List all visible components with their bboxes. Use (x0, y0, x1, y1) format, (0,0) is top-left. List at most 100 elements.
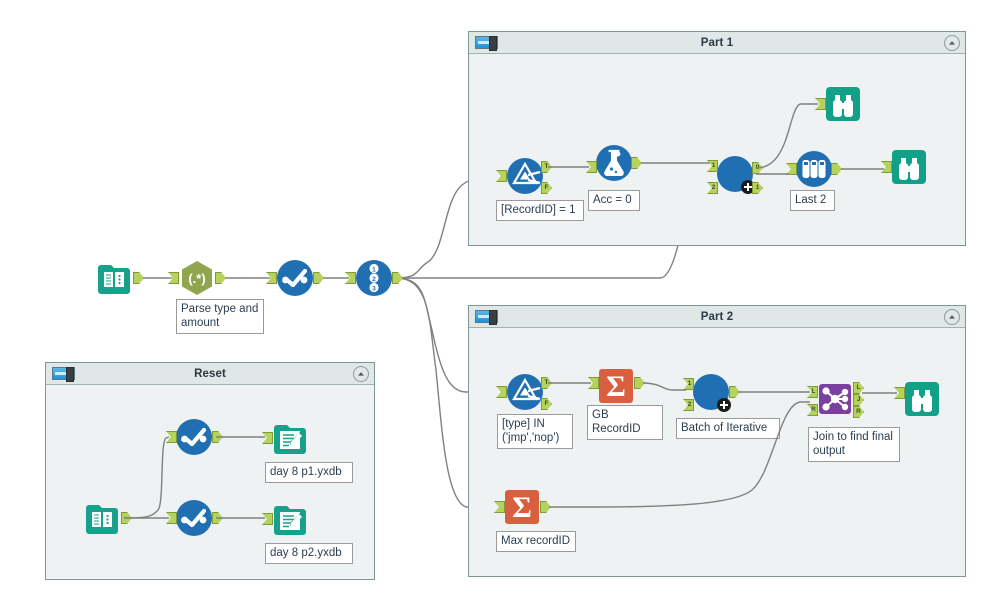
anchor-input[interactable] (496, 170, 507, 182)
anchor-output[interactable] (729, 386, 740, 398)
node-regex-parse[interactable]: (.*) (178, 259, 216, 297)
workflow-canvas[interactable]: Part 1 Part 2 Reset (.*) 1 2 3 T F 1 2 0… (0, 0, 998, 603)
anchor-output[interactable] (540, 501, 551, 513)
anchor-output-0[interactable]: 0 (752, 162, 763, 174)
chevron-up-icon[interactable] (944, 35, 960, 51)
node-sample-part1[interactable] (795, 150, 833, 188)
node-output-data-2[interactable] (271, 500, 309, 538)
join-icon (816, 380, 854, 418)
anchor-output-join[interactable]: J (853, 394, 864, 406)
container-title: Reset (194, 367, 226, 380)
node-select-reset-2[interactable] (175, 499, 213, 537)
annotation-gb-recordid[interactable]: GB RecordID (587, 405, 663, 440)
select-icon (175, 499, 213, 537)
node-browse-part2[interactable] (903, 380, 941, 418)
node-formula-part1[interactable] (595, 144, 633, 182)
chevron-up-icon[interactable] (944, 309, 960, 325)
anchor-input-right[interactable]: R (807, 404, 818, 416)
container-header-part2: Part 2 (469, 306, 965, 328)
anchor-input-2[interactable]: 2 (707, 182, 718, 194)
container-header-part1: Part 1 (469, 32, 965, 54)
summarize-sigma-icon: Σ (503, 488, 541, 526)
svg-text:1: 1 (372, 266, 376, 273)
anchor-input[interactable] (586, 161, 597, 173)
anchor-input-1[interactable]: 1 (683, 378, 694, 390)
annotation-day8-p1-yxdb[interactable]: day 8 p1.yxdb (265, 462, 353, 483)
anchor-input[interactable] (588, 377, 599, 389)
select-icon (276, 259, 314, 297)
anchor-output[interactable] (133, 272, 144, 284)
anchor-output-true[interactable]: T (541, 377, 552, 389)
anchor-input[interactable] (786, 163, 797, 175)
macro-plus-badge-icon (717, 398, 731, 412)
annotation-batch-of-iterative[interactable]: Batch of Iterative (676, 418, 780, 439)
node-join-part2[interactable] (816, 380, 854, 418)
node-summarize-max-recordid[interactable]: Σ (503, 488, 541, 526)
anchor-input[interactable] (266, 272, 277, 284)
anchor-input[interactable] (494, 501, 505, 513)
anchor-output-right[interactable]: R (853, 406, 864, 418)
input-data-icon (83, 499, 121, 537)
annotation-recordid-equals-1[interactable]: [RecordID] = 1 (496, 200, 584, 221)
node-record-id[interactable]: 1 2 3 (355, 259, 393, 297)
node-iterative-macro-part1[interactable] (716, 155, 755, 194)
node-browse-part1-upper[interactable] (824, 85, 862, 123)
anchor-output-1[interactable]: 1 (752, 182, 763, 194)
anchor-output[interactable] (313, 272, 324, 284)
annotation-last-2[interactable]: Last 2 (790, 190, 835, 211)
node-filter-part1[interactable] (506, 157, 544, 195)
toggle-switch-icon[interactable] (475, 36, 498, 51)
summarize-sigma-icon: Σ (597, 367, 635, 405)
anchor-output[interactable] (215, 272, 226, 284)
anchor-output[interactable] (212, 512, 223, 524)
anchor-output-true[interactable]: T (541, 161, 552, 173)
toggle-switch-icon[interactable] (52, 367, 75, 382)
node-browse-part1-lower[interactable] (890, 148, 928, 186)
anchor-input[interactable] (262, 432, 273, 444)
anchor-output-false[interactable]: F (541, 182, 552, 194)
anchor-input[interactable] (262, 513, 273, 525)
svg-text:Σ: Σ (606, 370, 626, 403)
container-header-reset: Reset (46, 363, 374, 385)
svg-text:Σ: Σ (512, 491, 532, 524)
anchor-input-left[interactable]: L (807, 386, 818, 398)
anchor-input[interactable] (894, 387, 905, 399)
node-batch-macro-part2[interactable] (692, 373, 731, 412)
anchor-output[interactable] (121, 512, 132, 524)
annotation-join-find-final-output[interactable]: Join to find final output (808, 427, 900, 462)
annotation-type-in-list[interactable]: [type] IN ('jmp','nop') (497, 414, 573, 449)
node-select-main[interactable] (276, 259, 314, 297)
browse-binoculars-icon (903, 380, 941, 418)
chevron-up-icon[interactable] (353, 366, 369, 382)
node-select-reset-1[interactable] (175, 418, 213, 456)
anchor-input[interactable] (168, 272, 179, 284)
svg-text:2: 2 (372, 276, 376, 283)
annotation-day8-p2-yxdb[interactable]: day 8 p2.yxdb (265, 543, 353, 564)
annotation-parse-type-amount[interactable]: Parse type and amount (176, 299, 264, 334)
anchor-output[interactable] (212, 431, 223, 443)
anchor-input-1[interactable]: 1 (707, 160, 718, 172)
anchor-input[interactable] (166, 431, 177, 443)
node-input-data-main[interactable] (95, 259, 133, 297)
node-filter-part2[interactable] (506, 373, 544, 411)
anchor-input[interactable] (496, 386, 507, 398)
anchor-output[interactable] (831, 163, 842, 175)
filter-icon (506, 373, 544, 411)
node-summarize-gb-recordid[interactable]: Σ (597, 367, 635, 405)
annotation-max-recordid[interactable]: Max recordID (496, 531, 576, 552)
annotation-acc-equals-0[interactable]: Acc = 0 (588, 190, 640, 211)
node-output-data-1[interactable] (271, 419, 309, 457)
output-data-icon (271, 419, 309, 457)
anchor-input[interactable] (345, 272, 356, 284)
anchor-input[interactable] (815, 98, 826, 110)
node-input-data-reset[interactable] (83, 499, 121, 537)
anchor-input[interactable] (881, 161, 892, 173)
anchor-input[interactable] (166, 512, 177, 524)
anchor-output[interactable] (634, 377, 645, 389)
anchor-output-left[interactable]: L (853, 382, 864, 394)
anchor-output-false[interactable]: F (541, 398, 552, 410)
toggle-switch-icon[interactable] (475, 310, 498, 325)
anchor-output[interactable] (392, 272, 403, 284)
anchor-input-2[interactable]: 2 (683, 399, 694, 411)
anchor-output[interactable] (631, 157, 642, 169)
